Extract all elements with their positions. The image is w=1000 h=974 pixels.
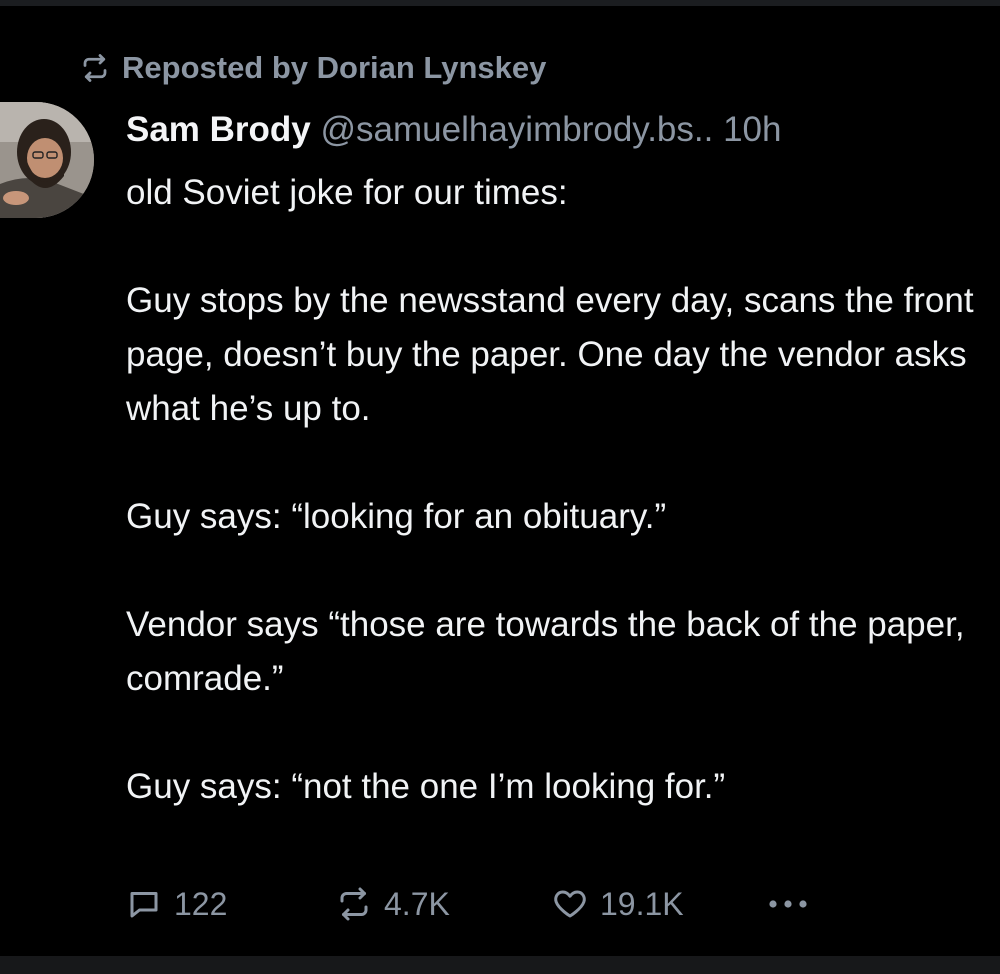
author-handle[interactable]: @samuelhayimbrody.bs.. xyxy=(321,110,714,149)
repost-icon xyxy=(80,53,110,83)
post-paragraph: Guy says: “looking for an obituary.” xyxy=(126,497,667,536)
post-body: old Soviet joke for our times: Guy stops… xyxy=(126,166,986,814)
post-timestamp[interactable]: 10h xyxy=(723,110,781,149)
post-paragraph: Guy says: “not the one I’m looking for.” xyxy=(126,767,726,806)
repost-indicator[interactable]: Reposted by Dorian Lynskey xyxy=(80,48,546,88)
author-avatar[interactable] xyxy=(0,102,94,218)
top-edge-bar xyxy=(0,0,1000,6)
heart-icon xyxy=(552,886,588,922)
more-options-icon xyxy=(764,886,812,922)
reply-count: 122 xyxy=(174,885,228,922)
bottom-edge-bar xyxy=(0,956,1000,974)
reply-icon xyxy=(126,886,162,922)
post-header: Sam Brody @samuelhayimbrody.bs.. 10h xyxy=(126,108,781,152)
repost-button[interactable]: 4.7K xyxy=(336,880,450,928)
post-paragraph: old Soviet joke for our times: xyxy=(126,173,568,212)
reply-button[interactable]: 122 xyxy=(126,880,227,928)
more-options-button[interactable] xyxy=(764,880,824,928)
post-paragraph: Guy stops by the newsstand every day, sc… xyxy=(126,281,974,428)
repost-count: 4.7K xyxy=(384,885,450,922)
post-actions: 122 4.7K 19.1K xyxy=(126,880,886,928)
like-count: 19.1K xyxy=(600,885,684,922)
like-button[interactable]: 19.1K xyxy=(552,880,684,928)
repost-text: Reposted by Dorian Lynskey xyxy=(122,50,547,85)
repost-icon xyxy=(336,886,372,922)
post-paragraph: Vendor says “those are towards the back … xyxy=(126,605,965,698)
author-name[interactable]: Sam Brody xyxy=(126,110,311,149)
